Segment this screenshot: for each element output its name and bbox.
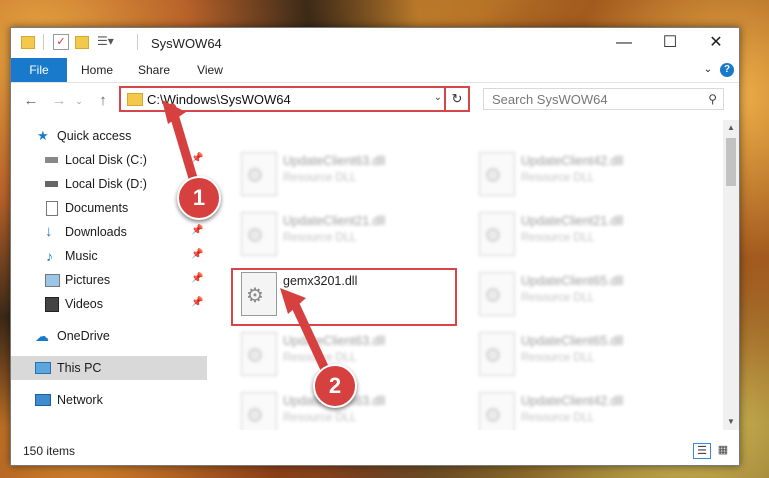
- annotation-arrows: [162, 100, 335, 385]
- callout-step-1: 1: [177, 176, 221, 220]
- callout-step-2: 2: [313, 364, 357, 408]
